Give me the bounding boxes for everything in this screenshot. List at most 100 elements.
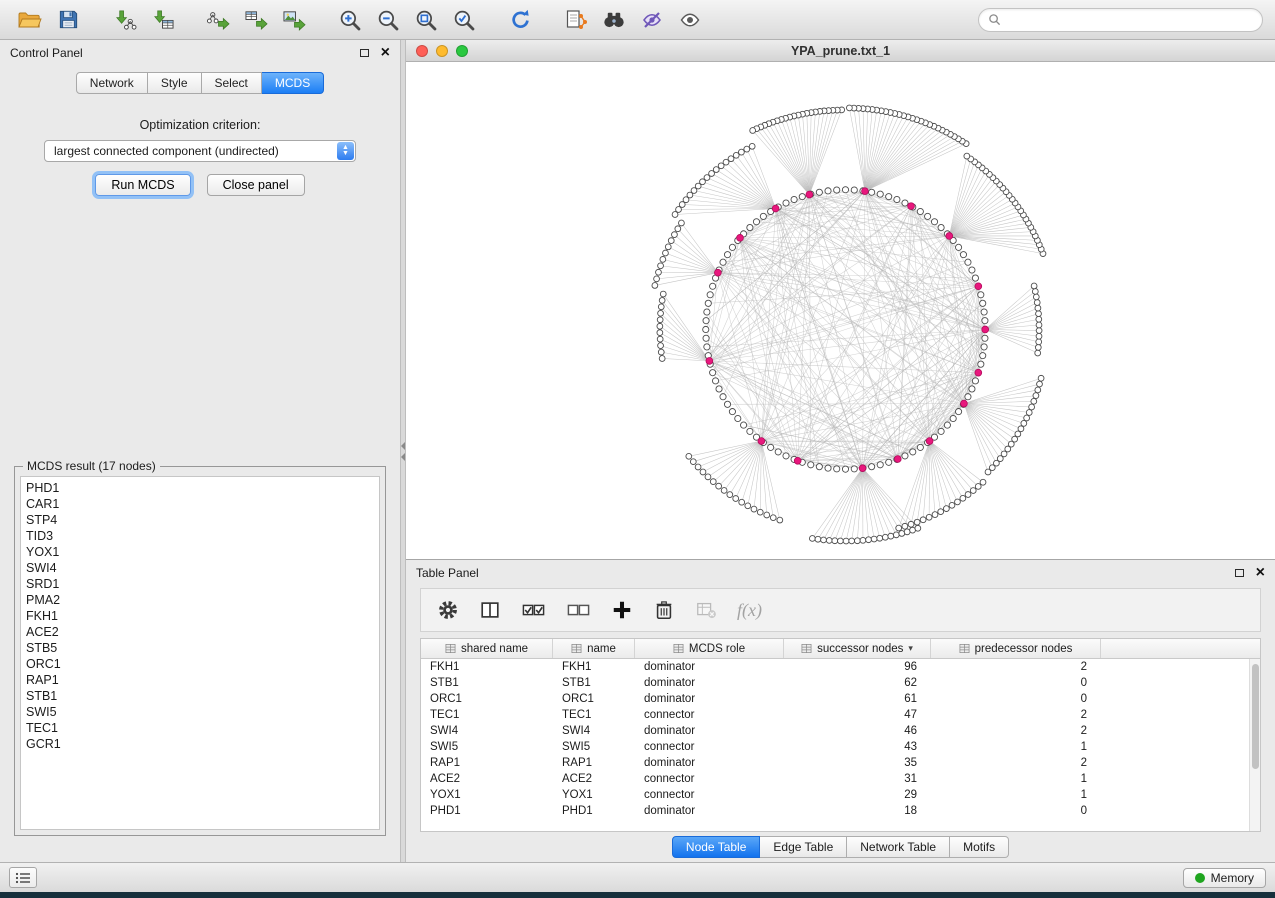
table-scrollbar[interactable] xyxy=(1249,659,1260,831)
column-grid-icon xyxy=(959,643,970,654)
table-cell: TEC1 xyxy=(553,709,635,721)
float-table-panel-icon[interactable] xyxy=(1235,569,1244,577)
mcds-result-item[interactable]: STB5 xyxy=(26,640,374,656)
save-session-button[interactable] xyxy=(50,5,86,35)
minimize-window-icon[interactable] xyxy=(436,45,448,57)
collapse-left-icon[interactable] xyxy=(401,442,405,450)
table-cell: SWI5 xyxy=(553,741,635,753)
tab-motifs[interactable]: Motifs xyxy=(950,836,1009,858)
column-header-predecessor-nodes[interactable]: predecessor nodes xyxy=(931,639,1101,658)
tab-select[interactable]: Select xyxy=(202,72,262,94)
mcds-result-list[interactable]: PHD1CAR1STP4TID3YOX1SWI4SRD1PMA2FKH1ACE2… xyxy=(20,476,380,830)
tab-style[interactable]: Style xyxy=(148,72,202,94)
table-settings-button[interactable] xyxy=(437,599,459,621)
search-input[interactable] xyxy=(1006,13,1253,27)
mcds-result-item[interactable]: PMA2 xyxy=(26,592,374,608)
table-cell: connector xyxy=(635,789,784,801)
table-row[interactable]: TEC1TEC1connector472 xyxy=(421,707,1260,723)
main-content: Control Panel × Network Style Select MCD… xyxy=(0,40,1275,862)
apply-layout-button[interactable] xyxy=(502,5,538,35)
status-menu-button[interactable] xyxy=(9,867,37,888)
collapse-left-icon[interactable] xyxy=(401,453,405,461)
table-row[interactable]: YOX1YOX1connector291 xyxy=(421,787,1260,803)
table-row[interactable]: ACE2ACE2connector311 xyxy=(421,771,1260,787)
mcds-result-item[interactable]: STP4 xyxy=(26,512,374,528)
network-from-selection-button[interactable] xyxy=(558,5,594,35)
memory-button[interactable]: Memory xyxy=(1183,868,1266,888)
zoom-in-button[interactable] xyxy=(332,5,368,35)
close-panel-icon[interactable]: × xyxy=(381,48,390,58)
zoom-selected-button[interactable] xyxy=(446,5,482,35)
scrollbar-thumb[interactable] xyxy=(1252,664,1259,769)
table-row[interactable]: SWI5SWI5connector431 xyxy=(421,739,1260,755)
import-table-button[interactable] xyxy=(144,5,180,35)
optimization-criterion-label: Optimization criterion: xyxy=(0,118,400,132)
close-window-icon[interactable] xyxy=(416,45,428,57)
gear-icon xyxy=(437,599,459,621)
table-row[interactable]: SWI4SWI4dominator462 xyxy=(421,723,1260,739)
run-mcds-button[interactable]: Run MCDS xyxy=(95,174,190,196)
column-header-shared-name[interactable]: shared name xyxy=(421,639,553,658)
hide-selected-button[interactable] xyxy=(634,5,670,35)
delete-column-button[interactable] xyxy=(653,599,675,621)
mcds-result-item[interactable]: TEC1 xyxy=(26,720,374,736)
table-toolbar: f(x) xyxy=(420,588,1261,632)
zoom-fit-button[interactable] xyxy=(408,5,444,35)
tab-mcds[interactable]: MCDS xyxy=(262,72,324,94)
tab-edge-table[interactable]: Edge Table xyxy=(760,836,847,858)
table-row[interactable]: STB1STB1dominator620 xyxy=(421,675,1260,691)
table-cell: dominator xyxy=(635,693,784,705)
mcds-result-item[interactable]: ACE2 xyxy=(26,624,374,640)
show-columns-button[interactable] xyxy=(479,599,501,621)
export-network-button[interactable] xyxy=(200,5,236,35)
export-table-button[interactable] xyxy=(238,5,274,35)
mcds-result-item[interactable]: ORC1 xyxy=(26,656,374,672)
mcds-result-item[interactable]: TID3 xyxy=(26,528,374,544)
close-table-panel-icon[interactable]: × xyxy=(1256,568,1265,578)
mcds-result-item[interactable]: GCR1 xyxy=(26,736,374,752)
mcds-result-item[interactable]: RAP1 xyxy=(26,672,374,688)
network-canvas[interactable] xyxy=(406,62,1275,559)
search-box[interactable] xyxy=(978,8,1263,32)
mcds-result-item[interactable]: SWI5 xyxy=(26,704,374,720)
mcds-result-item[interactable]: SRD1 xyxy=(26,576,374,592)
maximize-window-icon[interactable] xyxy=(456,45,468,57)
table-row[interactable]: PHD1PHD1dominator180 xyxy=(421,803,1260,819)
main-toolbar xyxy=(0,0,1275,40)
unselect-all-columns-button[interactable] xyxy=(566,599,591,621)
export-image-button[interactable] xyxy=(276,5,312,35)
zoom-out-button[interactable] xyxy=(370,5,406,35)
import-network-button[interactable] xyxy=(106,5,142,35)
tab-network-table[interactable]: Network Table xyxy=(847,836,950,858)
table-row[interactable]: ORC1ORC1dominator610 xyxy=(421,691,1260,707)
mcds-result-item[interactable]: SWI4 xyxy=(26,560,374,576)
table-cell: dominator xyxy=(635,677,784,689)
dropdown-stepper-icon: ▲▼ xyxy=(337,142,354,160)
network-window-titlebar[interactable]: YPA_prune.txt_1 xyxy=(406,40,1275,62)
delete-table-button[interactable] xyxy=(695,599,717,621)
select-all-columns-button[interactable] xyxy=(521,599,546,621)
float-panel-icon[interactable] xyxy=(360,49,369,57)
close-panel-button[interactable]: Close panel xyxy=(207,174,305,196)
tab-network[interactable]: Network xyxy=(76,72,148,94)
mcds-result-item[interactable]: STB1 xyxy=(26,688,374,704)
table-row[interactable]: RAP1RAP1dominator352 xyxy=(421,755,1260,771)
tab-node-table[interactable]: Node Table xyxy=(672,836,761,858)
table-cell: FKH1 xyxy=(553,661,635,673)
column-header-name[interactable]: name xyxy=(553,639,635,658)
mcds-result-item[interactable]: CAR1 xyxy=(26,496,374,512)
mcds-result-item[interactable]: FKH1 xyxy=(26,608,374,624)
table-cell: dominator xyxy=(635,805,784,817)
table-row[interactable]: FKH1FKH1dominator962 xyxy=(421,659,1260,675)
mcds-result-item[interactable]: PHD1 xyxy=(26,480,374,496)
find-button[interactable] xyxy=(596,5,632,35)
show-all-button[interactable] xyxy=(672,5,708,35)
criterion-dropdown[interactable]: largest connected component (undirected)… xyxy=(44,140,356,162)
mcds-result-item[interactable]: YOX1 xyxy=(26,544,374,560)
function-builder-button[interactable]: f(x) xyxy=(737,600,762,621)
search-icon xyxy=(988,13,1001,26)
open-file-button[interactable] xyxy=(12,5,48,35)
column-header-mcds-role[interactable]: MCDS role xyxy=(635,639,784,658)
add-column-button[interactable] xyxy=(611,599,633,621)
column-header-successor-nodes[interactable]: successor nodes ▾ xyxy=(784,639,931,658)
